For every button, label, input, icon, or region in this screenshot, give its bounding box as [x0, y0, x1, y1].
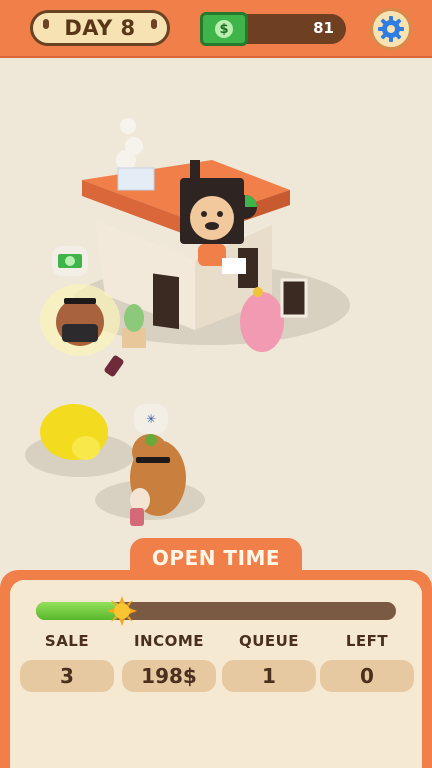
stat-left: LEFT 0 — [320, 632, 414, 692]
day-counter: DAY 8 — [30, 10, 170, 46]
status-panel-inner: SALE 3 INCOME 198$ QUEUE 1 LEFT 0 — [10, 580, 422, 768]
status-panel: SALE 3 INCOME 198$ QUEUE 1 LEFT 0 — [0, 570, 432, 768]
stat-value: 3 — [20, 660, 114, 692]
money-value: 81 — [313, 19, 334, 37]
steam-puffs — [116, 118, 143, 170]
dropped-can[interactable] — [103, 354, 124, 377]
settings-button[interactable] — [370, 8, 412, 50]
pin-icon — [151, 19, 157, 29]
pin-icon — [43, 19, 49, 29]
stat-label: QUEUE — [238, 632, 300, 650]
stat-sale: SALE 3 — [20, 632, 114, 692]
svg-text:✳: ✳ — [146, 412, 156, 426]
stat-queue: QUEUE 1 — [222, 632, 316, 692]
price-bubble — [52, 246, 88, 276]
customer-yellow[interactable] — [40, 404, 108, 460]
stat-label: INCOME — [133, 632, 205, 650]
sun-icon — [107, 596, 138, 626]
game-scene[interactable]: ✳ — [0, 58, 432, 548]
cash-icon: $ — [200, 12, 248, 46]
stat-label: SALE — [44, 632, 90, 650]
stat-income: INCOME 198$ — [122, 632, 216, 692]
gear-icon — [378, 16, 404, 42]
stat-value: 0 — [320, 660, 414, 692]
day-label: DAY 8 — [64, 16, 136, 40]
panel-title: OPEN TIME — [151, 546, 281, 570]
stat-value: 1 — [222, 660, 316, 692]
capybara-customer-vip[interactable] — [40, 284, 120, 356]
top-bar: DAY 8 81 $ — [0, 0, 432, 58]
stat-value: 198$ — [122, 660, 216, 692]
stat-label: LEFT — [345, 632, 389, 650]
open-time-progress — [36, 602, 396, 620]
